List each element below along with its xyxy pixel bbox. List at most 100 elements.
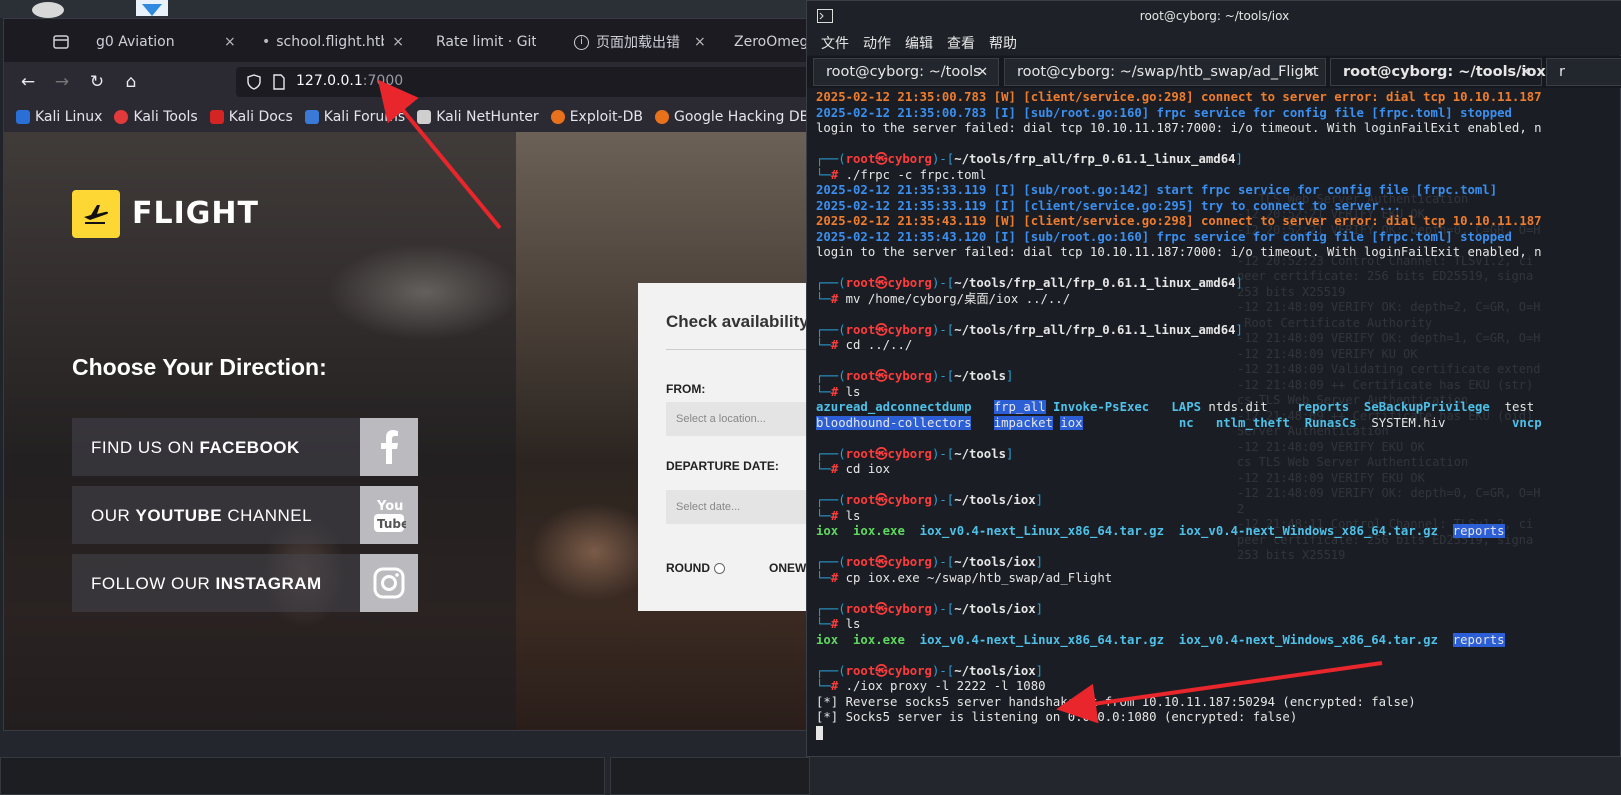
facebook-icon <box>360 418 418 476</box>
instagram-label: FOLLOW OUR INSTAGRAM <box>91 574 322 594</box>
log-warning-line: 2025-02-12 21:35:43.119 [W] [client/serv… <box>816 214 1542 228</box>
bookmark-kali-forums[interactable]: Kali Forums <box>304 109 405 125</box>
tab-g0-aviation[interactable]: g0 Aviation × <box>96 27 246 57</box>
terminal-line: login to the server failed: dial tcp 10.… <box>816 121 1542 135</box>
desktop-panel-block <box>610 757 810 795</box>
label-text: FOLLOW OUR <box>91 574 216 593</box>
ls-output-line: bloodhound-collectors impacket iox nc nt… <box>816 415 1542 430</box>
tab-close-icon[interactable]: × <box>224 34 236 50</box>
bookmark-label: Google Hacking DB <box>673 109 810 125</box>
facebook-label: FIND US ON FACEBOOK <box>91 438 300 458</box>
terminal-app-icon <box>817 9 833 23</box>
bookmark-kali-nethunter[interactable]: Kali NetHunter <box>417 109 539 125</box>
terminal-line: login to the server failed: dial tcp 10.… <box>816 245 1542 259</box>
exploit-db-icon <box>550 110 565 124</box>
bookmark-label: Kali Linux <box>35 109 103 125</box>
command-line: └─# mv /home/cyborg/桌面/iox ../../ <box>816 291 1071 306</box>
terminal-output[interactable]: 2025-02-12 21:35:00.783 [W] [client/serv… <box>816 90 1621 750</box>
log-info-line: 2025-02-12 21:35:33.119 [I] [sub/root.go… <box>816 183 1498 197</box>
menu-help[interactable]: 帮助 <box>989 33 1017 53</box>
airplane-logo-icon[interactable] <box>72 190 120 238</box>
menu-edit[interactable]: 编辑 <box>905 33 933 53</box>
youtube-icon: You Tube <box>360 486 418 544</box>
prompt-line: ┌──(root㉿cyborg)-[~/tools] <box>816 369 1014 383</box>
bookmarks-bar: Kali Linux Kali Tools Kali Docs Kali For… <box>4 102 810 132</box>
reload-icon[interactable]: ↻ <box>85 70 109 94</box>
tab-zeroomega[interactable]: ZeroOmega <box>734 27 810 57</box>
iox-output-line: [*] Reverse socks5 server handshake ok f… <box>816 694 1416 709</box>
round-label: ROUND <box>666 561 710 575</box>
form-title: Check availability for direction: <box>666 312 810 331</box>
menu-file[interactable]: 文件 <box>821 33 849 53</box>
flight-website: FLIGHT Choose Your Direction: FIND US ON… <box>4 132 810 730</box>
from-input[interactable]: Select a location... <box>666 402 810 436</box>
desktop-drive-icon[interactable] <box>30 0 70 18</box>
iox-output-line: [*] Socks5 server is listening on 0.0.0.… <box>816 710 1298 724</box>
url-port: :7000 <box>362 73 404 89</box>
youtube-link[interactable]: OUR YOUTUBE CHANNEL You Tube <box>72 486 418 544</box>
kali-forums-icon <box>304 110 319 124</box>
log-warning-line: 2025-02-12 21:35:00.783 [W] [client/serv… <box>816 90 1542 104</box>
desktop-app-icon[interactable] <box>132 0 172 18</box>
ls-output-line: azuread_adconnectdump frp_all Invoke-PsE… <box>816 400 1542 414</box>
back-arrow-icon[interactable]: ← <box>16 70 40 94</box>
terminal-title: root@cyborg: ~/tools/iox <box>1139 9 1290 23</box>
tab-school-flight[interactable]: • school.flight.htb × <box>262 27 414 57</box>
tab-rate-limit[interactable]: Rate limit · GitHub <box>436 27 564 57</box>
menu-view[interactable]: 查看 <box>947 33 975 53</box>
close-icon[interactable]: ✕ <box>977 65 988 80</box>
command-line: └─# cd ../../ <box>816 338 913 352</box>
close-icon[interactable]: ✕ <box>1304 65 1315 80</box>
tab-list-button[interactable] <box>52 27 72 57</box>
command-line: └─# ls <box>816 384 861 399</box>
menu-action[interactable]: 动作 <box>863 33 891 53</box>
browser-window: g0 Aviation × • school.flight.htb × Rate… <box>3 18 811 731</box>
tab-label: 页面加载出错 <box>596 35 680 51</box>
bookmark-kali-linux[interactable]: Kali Linux <box>16 109 102 125</box>
round-trip-option[interactable]: ROUND <box>666 561 725 575</box>
oneway-option[interactable]: ONEW <box>769 561 806 575</box>
terminal-tab-iox[interactable]: root@cyborg: ~/tools/iox ✕ <box>1330 58 1546 86</box>
svg-text:You: You <box>376 499 403 514</box>
tab-label: school.flight.htb <box>276 34 385 50</box>
tab-page-error[interactable]: i 页面加载出错 × <box>574 27 724 57</box>
home-icon[interactable]: ⌂ <box>119 70 143 94</box>
prompt-line: ┌──(root㉿cyborg)-[~/tools] <box>816 446 1014 461</box>
prompt-line: ┌──(root㉿cyborg)-[~/tools/frp_all/frp_0.… <box>816 276 1243 290</box>
terminal-tab-tools[interactable]: root@cyborg: ~/tools ✕ <box>813 58 999 86</box>
kali-docs-icon <box>209 110 224 124</box>
url-bar[interactable]: 127.0.0.1:7000 <box>236 67 810 97</box>
terminal-tab-label: root@cyborg: ~/swap/htb_swap/ad_Flight <box>1017 64 1319 80</box>
ls-output-line: iox iox.exe iox_v0.4-next_Linux_x86_64.t… <box>816 632 1505 647</box>
cursor-line <box>816 726 1621 742</box>
label-text: FIND US ON <box>91 438 200 457</box>
tab-close-icon[interactable]: × <box>694 34 706 50</box>
bookmark-kali-docs[interactable]: Kali Docs <box>209 109 293 125</box>
tab-label: Rate limit · GitHub <box>436 34 536 50</box>
terminal-tab-ad-flight[interactable]: root@cyborg: ~/swap/htb_swap/ad_Flight ✕ <box>1004 58 1326 86</box>
bookmark-google-hacking-db[interactable]: Google Hacking DB <box>654 109 810 125</box>
bookmark-exploit-db[interactable]: Exploit-DB <box>550 109 643 125</box>
instagram-link[interactable]: FOLLOW OUR INSTAGRAM <box>72 554 418 612</box>
command-line: └─# ls <box>816 617 861 631</box>
bookmark-kali-tools[interactable]: Kali Tools <box>114 109 198 125</box>
prompt-line: ┌──(root㉿cyborg)-[~/tools/iox] <box>816 663 1044 678</box>
terminal-tab-more[interactable]: r <box>1546 58 1621 86</box>
command-line: └─# ls <box>816 508 861 523</box>
prompt-line: ┌──(root㉿cyborg)-[~/tools/iox] <box>816 601 1044 616</box>
date-input[interactable]: Select date... <box>666 490 810 524</box>
facebook-link[interactable]: FIND US ON FACEBOOK <box>72 418 418 476</box>
close-icon[interactable]: ✕ <box>1520 65 1531 80</box>
site-logo-text[interactable]: FLIGHT <box>132 196 259 231</box>
label-bold: FACEBOOK <box>199 438 300 457</box>
tab-close-icon[interactable]: × <box>392 34 404 50</box>
forward-arrow-icon[interactable]: → <box>50 70 74 94</box>
round-radio[interactable] <box>714 563 725 575</box>
terminal-tab-bar: root@cyborg: ~/tools ✕ root@cyborg: ~/swa… <box>807 56 1621 88</box>
